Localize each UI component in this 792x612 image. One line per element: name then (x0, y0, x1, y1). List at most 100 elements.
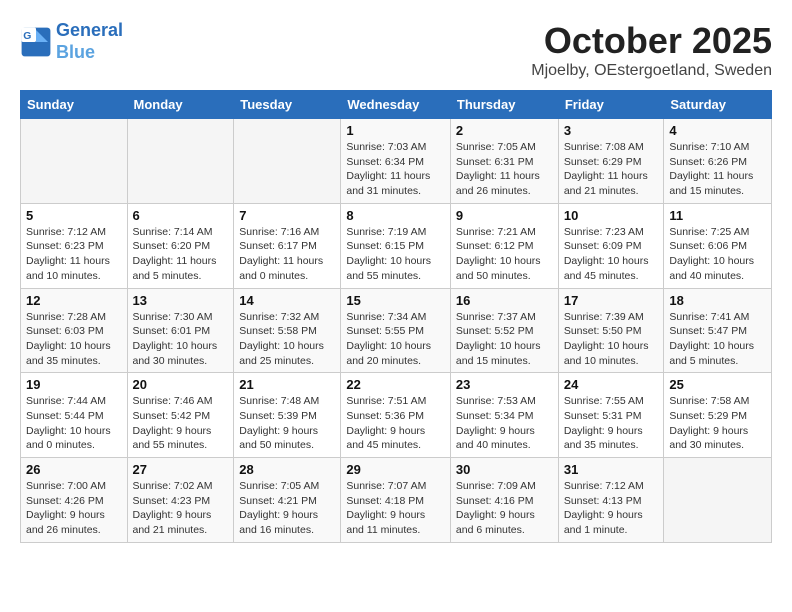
calendar-cell: 5 Sunrise: 7:12 AM Sunset: 6:23 PM Daylig… (21, 203, 128, 288)
calendar-cell (21, 119, 128, 204)
location-subtitle: Mjoelby, OEstergoetland, Sweden (531, 62, 772, 80)
day-number: 25 (669, 377, 766, 392)
calendar-cell: 14 Sunrise: 7:32 AM Sunset: 5:58 PM Dayli… (234, 288, 341, 373)
calendar-cell: 19 Sunrise: 7:44 AM Sunset: 5:44 PM Dayli… (21, 373, 128, 458)
day-number: 8 (346, 208, 445, 223)
day-number: 22 (346, 377, 445, 392)
day-info: Sunrise: 7:41 AM Sunset: 5:47 PM Dayligh… (669, 310, 766, 369)
day-number: 4 (669, 123, 766, 138)
day-info: Sunrise: 7:16 AM Sunset: 6:17 PM Dayligh… (239, 225, 335, 284)
day-number: 7 (239, 208, 335, 223)
day-info: Sunrise: 7:09 AM Sunset: 4:16 PM Dayligh… (456, 479, 553, 538)
day-number: 6 (133, 208, 229, 223)
calendar-header-row: Sunday Monday Tuesday Wednesday Thursday… (21, 91, 772, 119)
calendar-cell (664, 458, 772, 543)
day-info: Sunrise: 7:25 AM Sunset: 6:06 PM Dayligh… (669, 225, 766, 284)
day-info: Sunrise: 7:08 AM Sunset: 6:29 PM Dayligh… (564, 140, 659, 199)
header-sunday: Sunday (21, 91, 128, 119)
logo-icon: G (20, 26, 52, 58)
calendar-cell: 21Sunrise: 7:48 AM Sunset: 5:39 PM Dayli… (234, 373, 341, 458)
day-info: Sunrise: 7:12 AM Sunset: 6:23 PM Dayligh… (26, 225, 122, 284)
calendar-cell: 2 Sunrise: 7:05 AM Sunset: 6:31 PM Daylig… (450, 119, 558, 204)
logo: G GeneralBlue (20, 20, 123, 63)
day-number: 28 (239, 462, 335, 477)
day-info: Sunrise: 7:30 AM Sunset: 6:01 PM Dayligh… (133, 310, 229, 369)
day-number: 19 (26, 377, 122, 392)
day-info: Sunrise: 7:21 AM Sunset: 6:12 PM Dayligh… (456, 225, 553, 284)
day-info: Sunrise: 7:37 AM Sunset: 5:52 PM Dayligh… (456, 310, 553, 369)
day-number: 5 (26, 208, 122, 223)
day-info: Sunrise: 7:46 AM Sunset: 5:42 PM Dayligh… (133, 394, 229, 453)
calendar-week-2: 5 Sunrise: 7:12 AM Sunset: 6:23 PM Daylig… (21, 203, 772, 288)
calendar-cell: 18 Sunrise: 7:41 AM Sunset: 5:47 PM Dayli… (664, 288, 772, 373)
calendar-cell: 26 Sunrise: 7:00 AM Sunset: 4:26 PM Dayli… (21, 458, 128, 543)
page-header: G GeneralBlue October 2025 Mjoelby, OEst… (20, 20, 772, 80)
calendar-table: Sunday Monday Tuesday Wednesday Thursday… (20, 90, 772, 543)
calendar-cell: 11 Sunrise: 7:25 AM Sunset: 6:06 PM Dayli… (664, 203, 772, 288)
day-number: 24 (564, 377, 659, 392)
day-number: 29 (346, 462, 445, 477)
day-number: 10 (564, 208, 659, 223)
calendar-cell: 7 Sunrise: 7:16 AM Sunset: 6:17 PM Daylig… (234, 203, 341, 288)
calendar-cell: 22 Sunrise: 7:51 AM Sunset: 5:36 PM Dayli… (341, 373, 451, 458)
day-number: 26 (26, 462, 122, 477)
day-number: 27 (133, 462, 229, 477)
calendar-cell: 1 Sunrise: 7:03 AM Sunset: 6:34 PM Daylig… (341, 119, 451, 204)
header-wednesday: Wednesday (341, 91, 451, 119)
calendar-cell: 25Sunrise: 7:58 AM Sunset: 5:29 PM Dayli… (664, 373, 772, 458)
calendar-cell: 23 Sunrise: 7:53 AM Sunset: 5:34 PM Dayli… (450, 373, 558, 458)
day-number: 30 (456, 462, 553, 477)
day-info: Sunrise: 7:39 AM Sunset: 5:50 PM Dayligh… (564, 310, 659, 369)
day-info: Sunrise: 7:07 AM Sunset: 4:18 PM Dayligh… (346, 479, 445, 538)
day-info: Sunrise: 7:28 AM Sunset: 6:03 PM Dayligh… (26, 310, 122, 369)
day-number: 1 (346, 123, 445, 138)
day-info: Sunrise: 7:34 AM Sunset: 5:55 PM Dayligh… (346, 310, 445, 369)
day-info: Sunrise: 7:53 AM Sunset: 5:34 PM Dayligh… (456, 394, 553, 453)
calendar-cell: 28 Sunrise: 7:05 AM Sunset: 4:21 PM Dayli… (234, 458, 341, 543)
day-info: Sunrise: 7:23 AM Sunset: 6:09 PM Dayligh… (564, 225, 659, 284)
calendar-cell: 24 Sunrise: 7:55 AM Sunset: 5:31 PM Dayli… (558, 373, 664, 458)
day-number: 31 (564, 462, 659, 477)
calendar-cell: 17 Sunrise: 7:39 AM Sunset: 5:50 PM Dayli… (558, 288, 664, 373)
calendar-cell: 31Sunrise: 7:12 AM Sunset: 4:13 PM Dayli… (558, 458, 664, 543)
day-info: Sunrise: 7:05 AM Sunset: 6:31 PM Dayligh… (456, 140, 553, 199)
calendar-cell: 9Sunrise: 7:21 AM Sunset: 6:12 PM Daylig… (450, 203, 558, 288)
calendar-cell: 27Sunrise: 7:02 AM Sunset: 4:23 PM Dayli… (127, 458, 234, 543)
calendar-cell: 6 Sunrise: 7:14 AM Sunset: 6:20 PM Daylig… (127, 203, 234, 288)
calendar-week-1: 1 Sunrise: 7:03 AM Sunset: 6:34 PM Daylig… (21, 119, 772, 204)
day-info: Sunrise: 7:03 AM Sunset: 6:34 PM Dayligh… (346, 140, 445, 199)
header-friday: Friday (558, 91, 664, 119)
calendar-cell: 16 Sunrise: 7:37 AM Sunset: 5:52 PM Dayli… (450, 288, 558, 373)
calendar-week-5: 26 Sunrise: 7:00 AM Sunset: 4:26 PM Dayli… (21, 458, 772, 543)
day-info: Sunrise: 7:14 AM Sunset: 6:20 PM Dayligh… (133, 225, 229, 284)
day-number: 2 (456, 123, 553, 138)
day-number: 12 (26, 293, 122, 308)
day-info: Sunrise: 7:32 AM Sunset: 5:58 PM Dayligh… (239, 310, 335, 369)
day-info: Sunrise: 7:44 AM Sunset: 5:44 PM Dayligh… (26, 394, 122, 453)
calendar-cell: 29 Sunrise: 7:07 AM Sunset: 4:18 PM Dayli… (341, 458, 451, 543)
day-info: Sunrise: 7:51 AM Sunset: 5:36 PM Dayligh… (346, 394, 445, 453)
day-info: Sunrise: 7:00 AM Sunset: 4:26 PM Dayligh… (26, 479, 122, 538)
day-number: 18 (669, 293, 766, 308)
logo-text: GeneralBlue (56, 20, 123, 63)
day-number: 17 (564, 293, 659, 308)
day-number: 15 (346, 293, 445, 308)
header-tuesday: Tuesday (234, 91, 341, 119)
calendar-cell (127, 119, 234, 204)
calendar-cell: 12 Sunrise: 7:28 AM Sunset: 6:03 PM Dayli… (21, 288, 128, 373)
title-block: October 2025 Mjoelby, OEstergoetland, Sw… (531, 20, 772, 80)
day-number: 23 (456, 377, 553, 392)
calendar-cell: 10 Sunrise: 7:23 AM Sunset: 6:09 PM Dayli… (558, 203, 664, 288)
day-info: Sunrise: 7:10 AM Sunset: 6:26 PM Dayligh… (669, 140, 766, 199)
header-thursday: Thursday (450, 91, 558, 119)
day-number: 11 (669, 208, 766, 223)
calendar-cell (234, 119, 341, 204)
calendar-cell: 15 Sunrise: 7:34 AM Sunset: 5:55 PM Dayli… (341, 288, 451, 373)
svg-text:G: G (23, 30, 31, 41)
day-number: 3 (564, 123, 659, 138)
day-info: Sunrise: 7:05 AM Sunset: 4:21 PM Dayligh… (239, 479, 335, 538)
calendar-cell: 30 Sunrise: 7:09 AM Sunset: 4:16 PM Dayli… (450, 458, 558, 543)
day-number: 14 (239, 293, 335, 308)
day-info: Sunrise: 7:55 AM Sunset: 5:31 PM Dayligh… (564, 394, 659, 453)
day-number: 16 (456, 293, 553, 308)
